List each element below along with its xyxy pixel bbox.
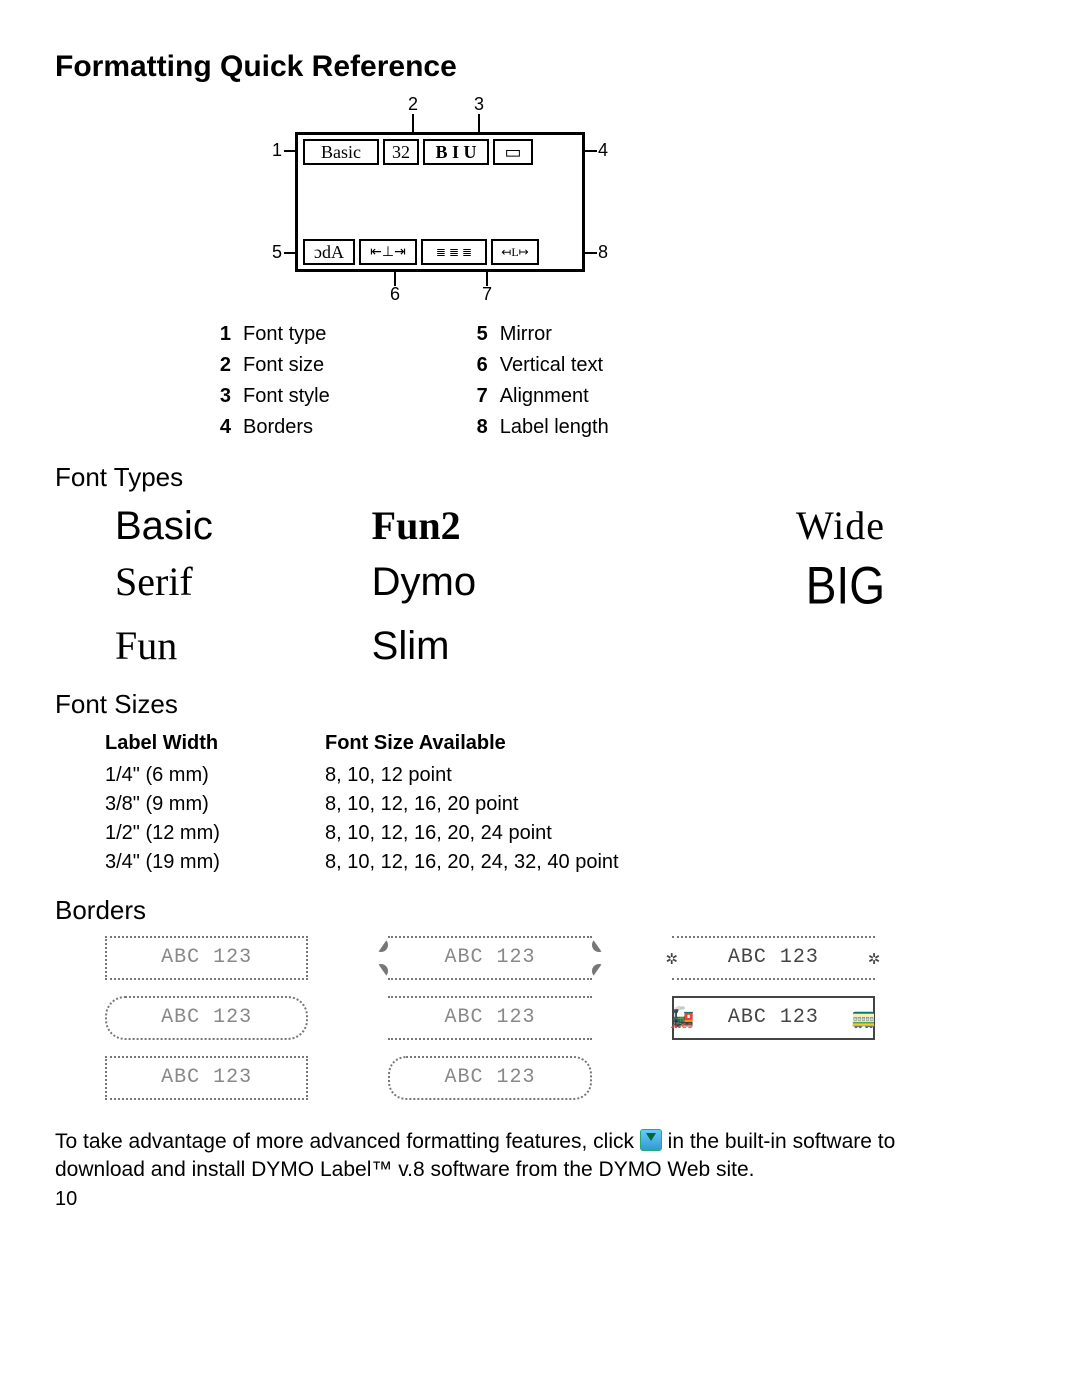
font-type-samples: Basic Fun2 Wide Serif Dymo BIG Fun Slim	[115, 501, 885, 671]
download-icon	[640, 1129, 662, 1151]
border-flowers: ✲ABC 123✲	[672, 936, 875, 980]
sample-slim: Slim	[372, 621, 629, 671]
legend-label: Label length	[500, 413, 609, 442]
callout-7: 7	[482, 284, 492, 305]
lcd-screen: Basic 32 B I U ▭ ɔdA ⇤⊥⇥ ≣ ≣ ≣ ↤L↦	[295, 132, 585, 272]
font-size-table: Label Width Font Size Available 1/4" (6 …	[105, 728, 649, 877]
sample-wide: Wide	[628, 501, 885, 551]
sample-fun: Fun	[115, 621, 372, 671]
section-font-sizes: Font Sizes	[55, 689, 915, 720]
table-row: 3/4" (19 mm)8, 10, 12, 16, 20, 24, 32, 4…	[105, 848, 649, 877]
cell-borders: ▭	[493, 139, 533, 165]
legend-label: Font size	[243, 351, 330, 380]
border-trains: 🚂ABC 123🚃	[672, 996, 875, 1040]
callout-6: 6	[390, 284, 400, 305]
table-row: 1/2" (12 mm)8, 10, 12, 16, 20, 24 point	[105, 819, 649, 848]
sample-fun2: Fun2	[372, 501, 629, 551]
callout-2: 2	[408, 94, 418, 115]
legend-label: Borders	[243, 413, 330, 442]
cell-mirror: ɔdA	[303, 239, 355, 265]
cell-font-style: B I U	[423, 139, 489, 165]
legend-label: Font type	[243, 320, 330, 349]
callout-3: 3	[474, 94, 484, 115]
border-samples: ABC 123 ABC 123 ✲ABC 123✲ ABC 123 ABC 12…	[105, 936, 875, 1100]
cell-vertical: ⇤⊥⇥	[359, 239, 417, 265]
page-number: 10	[55, 1188, 915, 1211]
diagram-legend: 1Font type 2Font size 3Font style 4Borde…	[195, 318, 915, 444]
cell-length: ↤L↦	[491, 239, 539, 265]
legend-label: Mirror	[500, 320, 609, 349]
sample-dymo: Dymo	[372, 557, 629, 615]
section-borders: Borders	[55, 895, 915, 926]
callout-4: 4	[598, 140, 608, 161]
callout-1: 1	[272, 140, 282, 161]
section-font-types: Font Types	[55, 462, 915, 493]
col-label-width: Label Width	[105, 728, 325, 761]
cell-align: ≣ ≣ ≣	[421, 239, 487, 265]
callout-8: 8	[598, 242, 608, 263]
border-rounded: ABC 123	[105, 996, 308, 1040]
sample-basic: Basic	[115, 501, 372, 551]
border-scroll: ABC 123	[388, 996, 591, 1040]
border-pointed2: ABC 123	[105, 1056, 308, 1100]
legend-label: Alignment	[500, 382, 609, 411]
cell-font-size: 32	[383, 139, 419, 165]
formatting-diagram: 1 2 3 4 5 6 7 8 Basic 32 B I U ▭ ɔdA ⇤⊥⇥…	[220, 94, 750, 304]
col-font-sizes: Font Size Available	[325, 728, 649, 761]
table-row: 3/8" (9 mm)8, 10, 12, 16, 20 point	[105, 790, 649, 819]
border-pointed: ABC 123	[388, 936, 591, 980]
border-speech: ABC 123	[388, 1056, 591, 1100]
footer-note: To take advantage of more advanced forma…	[55, 1128, 915, 1185]
callout-5: 5	[272, 242, 282, 263]
cell-font-type: Basic	[303, 139, 379, 165]
table-row: 1/4" (6 mm)8, 10, 12 point	[105, 761, 649, 790]
legend-label: Vertical text	[500, 351, 609, 380]
page-title: Formatting Quick Reference	[55, 50, 915, 84]
border-rectangle: ABC 123	[105, 936, 308, 980]
legend-label: Font style	[243, 382, 330, 411]
sample-serif: Serif	[115, 557, 372, 615]
sample-big: BIG	[628, 553, 885, 619]
